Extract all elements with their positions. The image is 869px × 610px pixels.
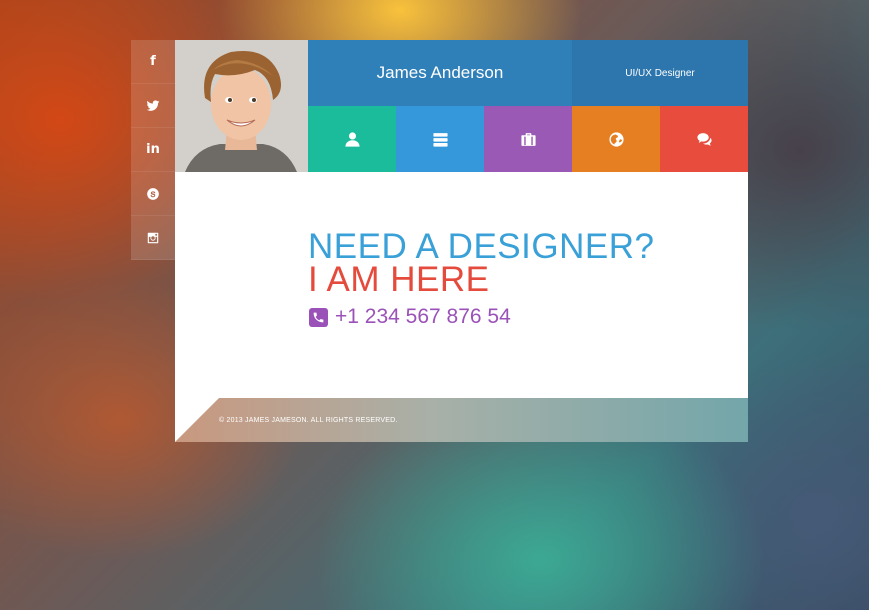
phone-contact[interactable]: +1 234 567 876 54 [309, 305, 511, 329]
briefcase-icon [520, 132, 536, 146]
user-icon [344, 131, 360, 147]
phone-number: +1 234 567 876 54 [335, 305, 511, 328]
profile-card: James Anderson UI/UX Designer NEED A DES… [175, 40, 748, 442]
profile-role: UI/UX Designer [572, 40, 748, 106]
avatar [175, 40, 308, 172]
hero-headline: NEED A DESIGNER? I AM HERE [308, 227, 728, 299]
tab-resume[interactable] [396, 106, 484, 172]
phone-icon [309, 307, 328, 327]
instagram-link[interactable] [131, 216, 175, 260]
social-sidebar: f in [131, 40, 175, 260]
linkedin-icon: in [146, 142, 160, 157]
stack-icon [432, 132, 448, 147]
chat-icon [696, 132, 712, 146]
headline-line-1: NEED A DESIGNER? [308, 227, 655, 266]
linkedin-link[interactable]: in [131, 128, 175, 172]
avatar-photo [175, 40, 308, 172]
skype-icon [147, 187, 159, 200]
facebook-icon: f [150, 54, 156, 69]
facebook-link[interactable]: f [131, 40, 175, 84]
tab-location[interactable] [572, 106, 660, 172]
globe-icon [608, 131, 624, 147]
tab-about[interactable] [308, 106, 396, 172]
footer: © 2013 JAMES JAMESON. ALL RIGHTS RESERVE… [175, 398, 748, 442]
tab-portfolio[interactable] [484, 106, 572, 172]
instagram-icon [147, 232, 159, 243]
twitter-link[interactable] [131, 84, 175, 128]
profile-name: James Anderson [308, 40, 572, 106]
skype-link[interactable] [131, 172, 175, 216]
tab-contact[interactable] [660, 106, 748, 172]
copyright-text: © 2013 JAMES JAMESON. ALL RIGHTS RESERVE… [219, 417, 398, 424]
headline-line-2: I AM HERE [308, 260, 490, 299]
twitter-icon [146, 99, 160, 111]
nav-tabs [308, 106, 748, 172]
